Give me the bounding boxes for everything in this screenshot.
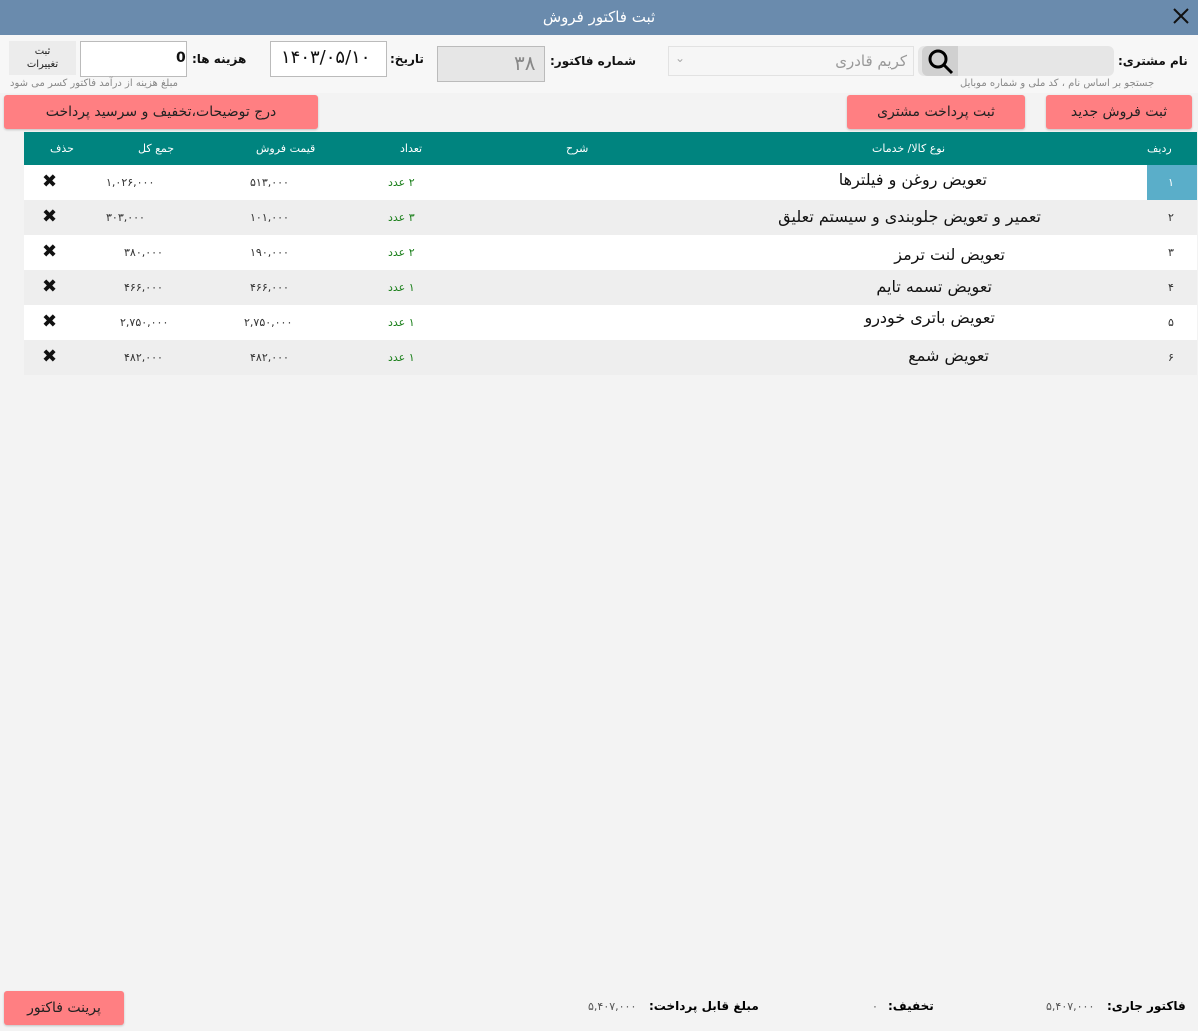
delete-icon[interactable]: ✖ xyxy=(42,276,57,297)
row-qty: ۲ عدد xyxy=(388,176,415,189)
row-service: تعویض شمع xyxy=(908,346,989,365)
row-qty: ۱ عدد xyxy=(388,281,415,294)
payable-amount-value: ۵,۴۰۷,۰۰۰ xyxy=(588,1000,637,1013)
date-value: ۱۴۰۳/۰۵/۱۰ xyxy=(281,47,371,68)
table-row[interactable]: ۴ تعویض تسمه تایم ۱ عدد ۴۶۶,۰۰۰ ۴۶۶,۰۰۰ … xyxy=(24,270,1197,305)
grid-header: ردیف نوع کالا/ خدمات شرح تعداد قیمت فروش… xyxy=(24,132,1197,165)
customer-name-label: نام مشتری: xyxy=(1118,54,1188,68)
delete-icon[interactable]: ✖ xyxy=(42,346,57,367)
row-total: ۴۶۶,۰۰۰ xyxy=(124,281,163,294)
delete-icon[interactable]: ✖ xyxy=(42,171,57,192)
row-service: تعویض لنت ترمز xyxy=(894,245,1005,264)
print-invoice-button[interactable]: پرینت فاکتور xyxy=(4,991,124,1025)
row-number: ۳ xyxy=(1168,246,1174,259)
title-bar: ثبت فاکتور فروش xyxy=(0,0,1198,35)
delete-icon[interactable]: ✖ xyxy=(42,311,57,332)
save-changes-button[interactable]: ثبت تغییرات xyxy=(9,41,76,75)
close-icon[interactable] xyxy=(1171,6,1191,26)
expense-field[interactable]: 0 xyxy=(80,41,187,77)
col-total: جمع کل xyxy=(138,142,175,155)
row-service: تعویض تسمه تایم xyxy=(876,277,992,296)
date-label: تاریخ: xyxy=(390,52,424,66)
save-changes-line1: ثبت xyxy=(34,46,51,57)
table-row[interactable]: ۵ تعویض باتری خودرو ۱ عدد ۲,۷۵۰,۰۰۰ ۲,۷۵… xyxy=(24,305,1197,340)
customer-search-hint: جستجو بر اساس نام ، کد ملی و شماره موبای… xyxy=(960,78,1155,89)
chevron-down-icon: ⌄ xyxy=(675,51,686,65)
row-service: تعمیر و تعویض جلوبندی و سیستم تعلیق xyxy=(778,207,1041,226)
row-qty: ۲ عدد xyxy=(388,246,415,259)
invoice-items-grid: ردیف نوع کالا/ خدمات شرح تعداد قیمت فروش… xyxy=(24,132,1197,375)
col-desc: شرح xyxy=(566,142,589,155)
search-icon[interactable] xyxy=(922,46,958,76)
row-price: ۵۱۳,۰۰۰ xyxy=(250,176,289,189)
table-row[interactable]: ۶ تعویض شمع ۱ عدد ۴۸۲,۰۰۰ ۴۸۲,۰۰۰ ✖ xyxy=(24,340,1197,375)
payable-amount-label: مبلغ قابل پرداخت: xyxy=(649,999,759,1013)
row-number: ۱ xyxy=(1168,176,1174,189)
row-number: ۲ xyxy=(1168,211,1174,224)
col-price: قیمت فروش xyxy=(256,142,316,155)
row-price: ۴۶۶,۰۰۰ xyxy=(250,281,289,294)
row-qty: ۱ عدد xyxy=(388,351,415,364)
table-row[interactable]: ۳ تعویض لنت ترمز ۲ عدد ۱۹۰,۰۰۰ ۳۸۰,۰۰۰ ✖ xyxy=(24,235,1197,270)
col-delete: حذف xyxy=(50,142,74,155)
delete-icon[interactable]: ✖ xyxy=(42,206,57,227)
row-number: ۶ xyxy=(1168,351,1174,364)
row-total: ۴۸۲,۰۰۰ xyxy=(124,351,163,364)
row-total: ۳۰۳,۰۰۰ xyxy=(106,211,145,224)
row-price: ۱۹۰,۰۰۰ xyxy=(250,246,289,259)
row-service: تعویض باتری خودرو xyxy=(864,308,995,327)
row-number: ۵ xyxy=(1168,316,1174,329)
date-field[interactable]: ۱۴۰۳/۰۵/۱۰ xyxy=(270,41,387,77)
row-service: تعویض روغن و فیلترها xyxy=(838,170,987,189)
table-row[interactable]: ۱ تعویض روغن و فیلترها ۲ عدد ۵۱۳,۰۰۰ ۱,۰… xyxy=(24,165,1197,200)
customer-payment-button[interactable]: ثبت پرداخت مشتری xyxy=(847,95,1025,129)
discount-value: ۰ xyxy=(872,1000,878,1013)
current-invoice-label: فاکتور جاری: xyxy=(1107,999,1186,1013)
expense-value: 0 xyxy=(176,50,186,66)
row-price: ۲,۷۵۰,۰۰۰ xyxy=(244,316,293,329)
col-qty: تعداد xyxy=(400,142,423,155)
delete-icon[interactable]: ✖ xyxy=(42,241,57,262)
row-number: ۴ xyxy=(1168,281,1174,294)
customer-select[interactable]: کریم قادری ⌄ xyxy=(668,46,914,76)
row-total: ۲,۷۵۰,۰۰۰ xyxy=(120,316,169,329)
window-title: ثبت فاکتور فروش xyxy=(542,8,656,26)
invoice-number-label: شماره فاکتور: xyxy=(550,54,636,68)
notes-discount-button[interactable]: درج توضیحات،تخفیف و سرسید پرداخت xyxy=(4,95,318,129)
expense-hint: مبلغ هزینه از درآمد فاکتور کسر می شود xyxy=(10,78,178,89)
row-total: ۱,۰۲۶,۰۰۰ xyxy=(106,176,155,189)
table-row[interactable]: ۲ تعمیر و تعویض جلوبندی و سیستم تعلیق ۳ … xyxy=(24,200,1197,235)
new-sale-button[interactable]: ثبت فروش جدید xyxy=(1046,95,1192,129)
invoice-number-value: ۳۸ xyxy=(514,51,536,75)
row-qty: ۱ عدد xyxy=(388,316,415,329)
row-price: ۴۸۲,۰۰۰ xyxy=(250,351,289,364)
row-total: ۳۸۰,۰۰۰ xyxy=(124,246,163,259)
customer-select-value: کریم قادری xyxy=(835,52,907,70)
expense-label: هزینه ها: xyxy=(192,52,247,66)
col-service: نوع کالا/ خدمات xyxy=(872,142,946,155)
col-row: ردیف xyxy=(1147,142,1172,155)
row-qty: ۳ عدد xyxy=(388,211,415,224)
row-price: ۱۰۱,۰۰۰ xyxy=(250,211,289,224)
save-changes-line2: تغییرات xyxy=(26,59,59,70)
discount-label: تخفیف: xyxy=(888,999,934,1013)
current-invoice-value: ۵,۴۰۷,۰۰۰ xyxy=(1046,1000,1095,1013)
invoice-number-field: ۳۸ xyxy=(437,46,545,82)
